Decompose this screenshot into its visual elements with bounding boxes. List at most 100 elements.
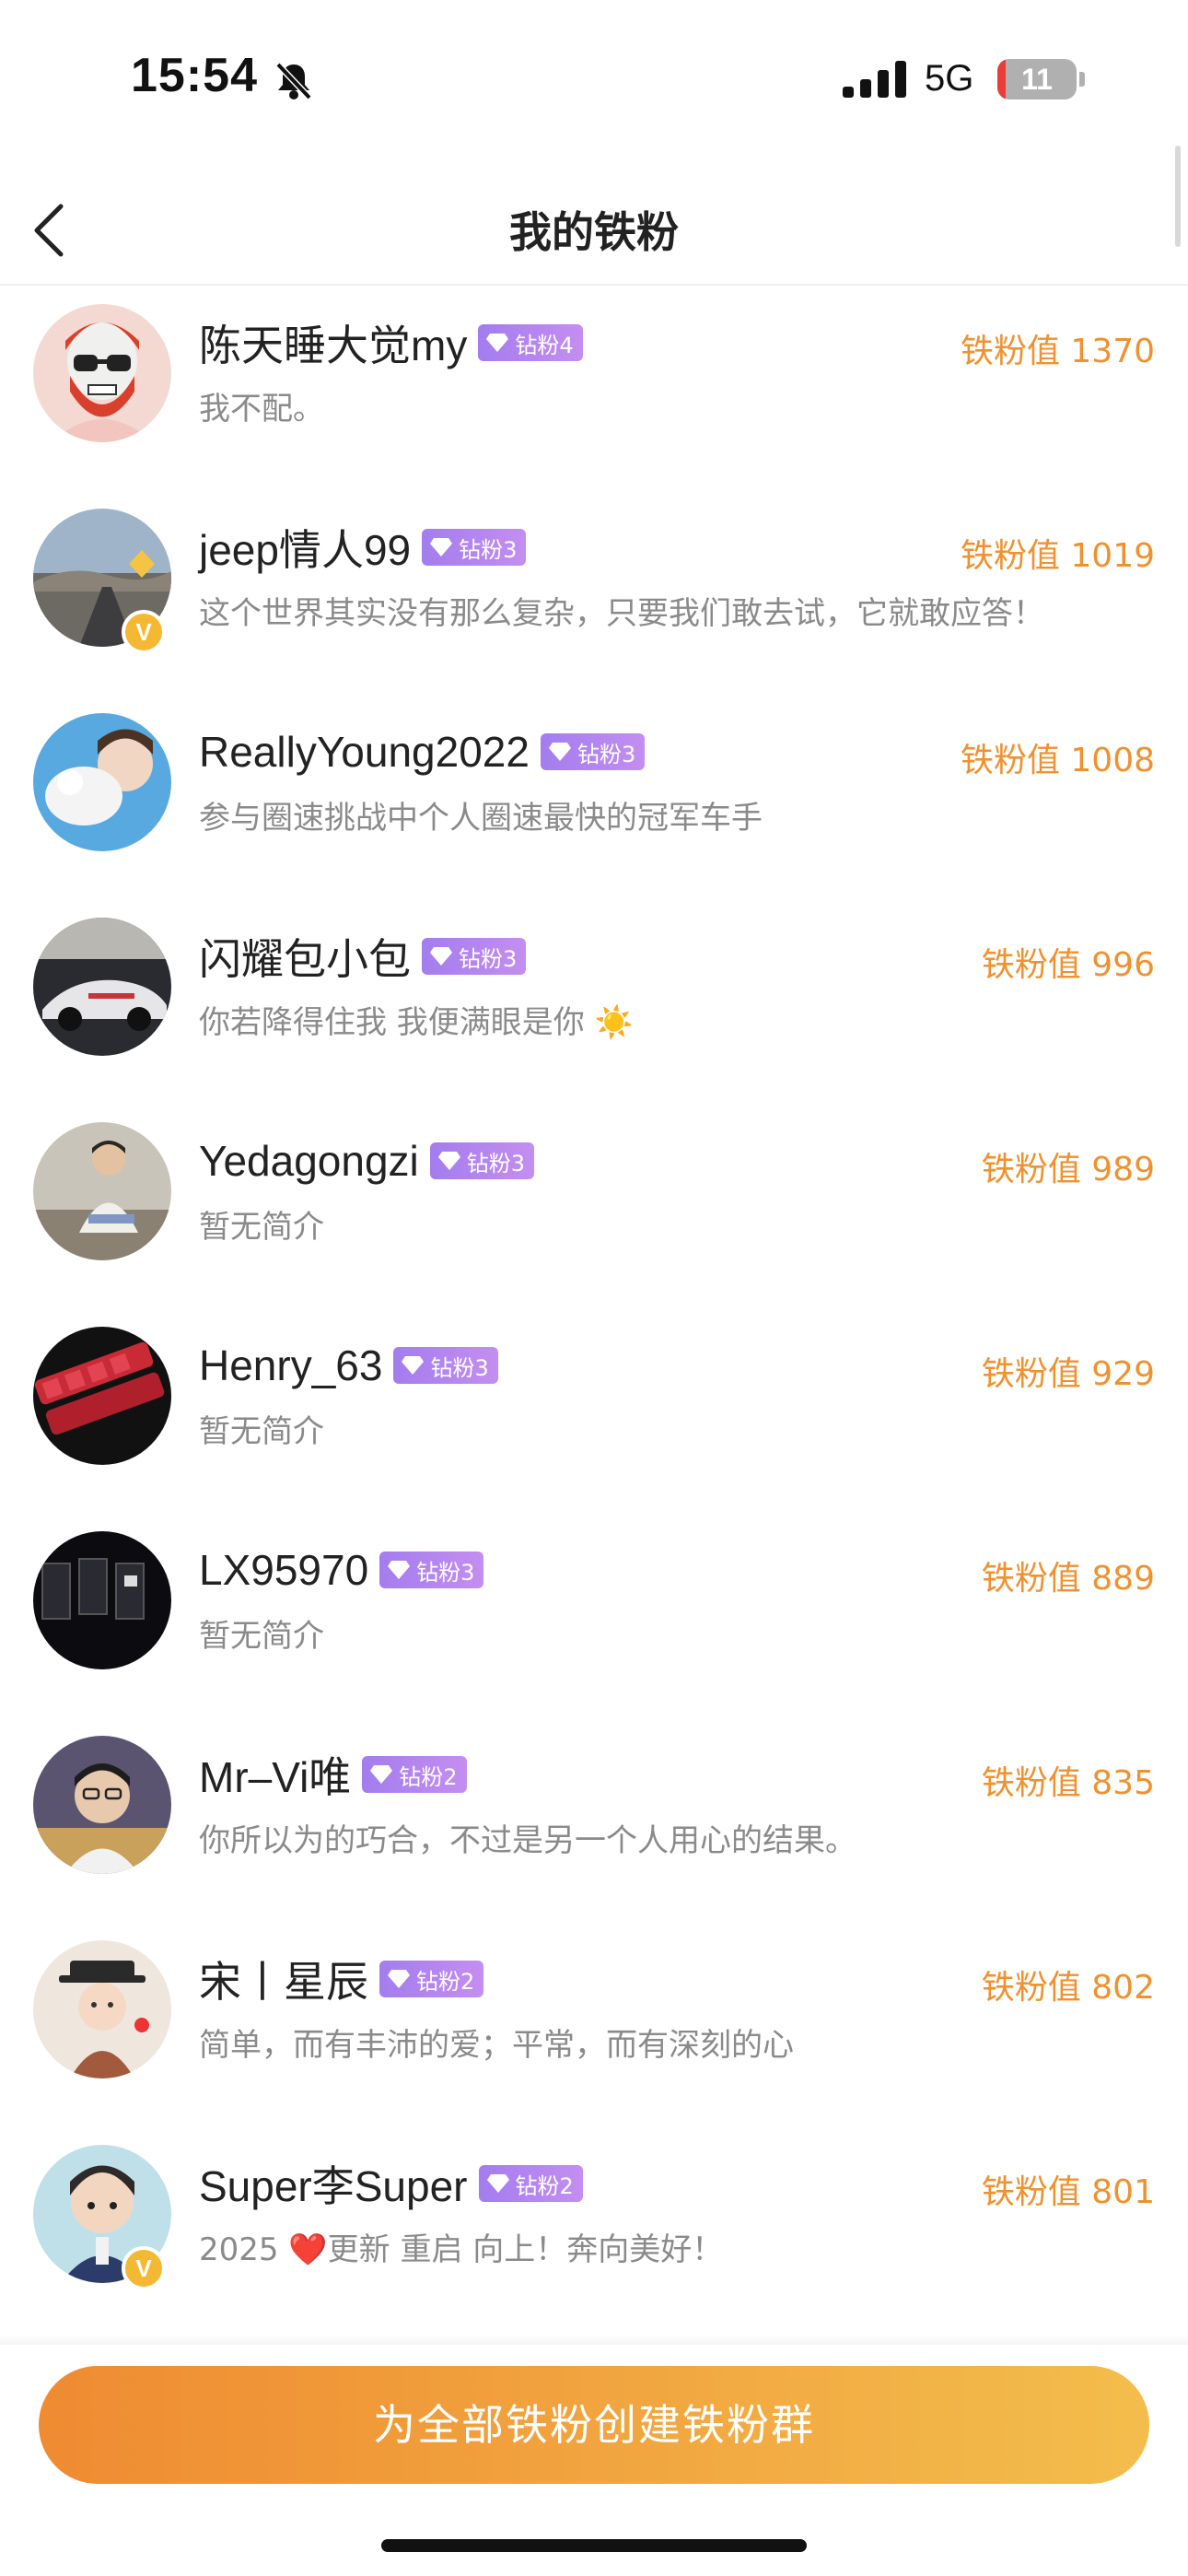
fan-score: 铁粉值 1019 [960,537,1155,575]
fan-level-label: 钻粉3 [459,945,518,972]
avatar[interactable] [33,1327,171,1465]
header-divider [0,284,1188,286]
fan-score: 铁粉值 989 [981,1151,1155,1188]
diamond-icon [402,1356,425,1375]
fan-bio: 暂无简介 [199,1618,324,1655]
diamond-icon [430,538,453,556]
avatar[interactable] [33,1122,171,1260]
fan-bio: 我不配。 [199,391,324,427]
scrollbar[interactable] [1175,146,1181,247]
diamond-icon [370,1765,393,1784]
fan-name[interactable]: jeep情人99 [199,517,411,578]
fan-row[interactable]: ReallyYoung2022 钻粉3 铁粉值 1008 参与圈速挑战中个人圈速… [0,704,1188,908]
fan-score: 铁粉值 835 [981,1764,1155,1802]
fan-level-label: 钻粉3 [577,741,636,767]
fan-row[interactable]: 宋丨星辰 钻粉2 铁粉值 802 简单，而有丰沛的爱；平常，而有深刻的心 [0,1931,1188,2136]
fan-score: 铁粉值 801 [981,2173,1155,2211]
bottom-bar-shadow [0,2336,1188,2345]
fan-name[interactable]: LX95970 [199,1545,368,1595]
battery-icon: 11 [997,59,1077,100]
fan-level-label: 钻粉3 [459,536,518,563]
avatar[interactable] [33,1940,171,2078]
avatar[interactable] [33,713,171,851]
page-title: 我的铁粉 [509,207,679,257]
fan-list: 陈天睡大觉my 钻粉4 铁粉值 1370 我不配。 V jeep情人99 钻粉3 [0,295,1188,2340]
fan-row[interactable]: V Super李Super 钻粉2 铁粉值 801 2025 ❤️更新 重启 向… [0,2136,1188,2340]
battery-cap [1079,72,1085,87]
name-line: ReallyYoung2022 钻粉3 [199,724,646,779]
name-line: Mr–Vi唯 钻粉2 [199,1747,467,1802]
fan-row[interactable]: Mr–Vi唯 钻粉2 铁粉值 835 你所以为的巧合，不过是另一个人用心的结果。 [0,1727,1188,1931]
fan-row[interactable]: Yedagongzi 钻粉3 铁粉值 989 暂无简介 [0,1113,1188,1317]
cellular-signal-icon [843,61,907,101]
fan-level-label: 钻粉4 [515,332,574,358]
fan-level-badge: 钻粉3 [393,1347,498,1384]
fan-level-label: 钻粉2 [399,1763,458,1790]
create-fan-group-button[interactable]: 为全部铁粉创建铁粉群 [39,2366,1149,2484]
fan-name[interactable]: ReallyYoung2022 [199,727,530,777]
fan-level-badge: 钻粉3 [429,1142,535,1179]
home-indicator[interactable] [381,2539,807,2552]
diamond-icon [430,947,452,966]
fan-row[interactable]: 陈天睡大觉my 钻粉4 铁粉值 1370 我不配。 [0,295,1188,499]
fan-score: 铁粉值 929 [981,1355,1155,1393]
fan-level-badge: 钻粉4 [478,324,583,361]
fan-name[interactable]: Super李Super [199,2153,468,2214]
diamond-icon [548,743,571,761]
fan-level-label: 钻粉2 [416,1968,475,1995]
fan-bio: 2025 ❤️更新 重启 向上！奔向美好！ [199,2231,724,2268]
fan-row[interactable]: V jeep情人99 钻粉3 铁粉值 1019 这个世界其实没有那么复杂，只要我… [0,499,1188,704]
fan-level-label: 钻粉3 [416,1559,475,1586]
fan-name[interactable]: 闪耀包小包 [199,926,411,987]
fan-level-badge: 钻粉2 [379,1961,484,1997]
fan-row[interactable]: 闪耀包小包 钻粉3 铁粉值 996 你若降得住我 我便满眼是你 ☀️ [0,908,1188,1113]
fan-bio: 这个世界其实没有那么复杂，只要我们敢去试，它就敢应答！ [199,595,1044,632]
avatar[interactable] [33,1531,171,1669]
fan-bio: 简单，而有丰沛的爱；平常，而有深刻的心 [199,2027,794,2064]
fan-level-label: 钻粉2 [515,2172,574,2199]
status-time: 15:54 [131,49,258,102]
fan-level-badge: 钻粉3 [422,529,527,566]
fan-bio: 你所以为的巧合，不过是另一个人用心的结果。 [199,1822,856,1859]
fan-level-badge: 钻粉2 [478,2165,583,2202]
avatar[interactable] [33,304,171,442]
diamond-icon [388,1970,410,1988]
name-line: 陈天睡大觉my 钻粉4 [199,315,583,370]
fan-bio: 暂无简介 [199,1413,324,1450]
fan-score: 铁粉值 1370 [960,333,1155,370]
fan-score: 铁粉值 996 [981,946,1155,984]
fan-bio: 你若降得住我 我便满眼是你 ☀️ [199,1004,634,1041]
fan-name[interactable]: 陈天睡大觉my [199,312,467,373]
fan-bio: 暂无简介 [199,1209,324,1246]
fan-level-badge: 钻粉3 [422,938,527,975]
bell-slash-icon [273,61,315,105]
verified-badge-icon: V [122,2246,166,2290]
name-line: 闪耀包小包 钻粉3 [199,926,527,987]
fan-name[interactable]: Henry_63 [199,1341,382,1390]
fan-name[interactable]: Yedagongzi [199,1136,419,1186]
fan-row[interactable]: Henry_63 钻粉3 铁粉值 929 暂无简介 [0,1317,1188,1522]
verified-badge-icon: V [122,610,166,654]
avatar[interactable] [33,1736,171,1874]
fan-row[interactable]: LX95970 钻粉3 铁粉值 889 暂无简介 [0,1522,1188,1727]
fan-score: 铁粉值 1008 [960,742,1155,779]
avatar[interactable] [33,918,171,1056]
fan-bio: 参与圈速挑战中个人圈速最快的冠军车手 [199,800,763,837]
fan-level-badge: 钻粉3 [379,1551,484,1588]
name-line: jeep情人99 钻粉3 [199,517,527,578]
diamond-icon [388,1561,411,1579]
fan-level-label: 钻粉3 [466,1150,526,1177]
name-line: 宋丨星辰 钻粉2 [199,1949,484,2009]
diamond-icon [486,334,509,352]
nav-bar: 我的铁粉 [0,175,1188,286]
name-line: Super李Super 钻粉2 [199,2156,583,2211]
fan-level-badge: 钻粉2 [362,1756,467,1793]
fan-score: 铁粉值 889 [981,1560,1155,1598]
name-line: LX95970 钻粉3 [199,1542,484,1598]
fan-name[interactable]: Mr–Vi唯 [199,1744,351,1805]
fan-name[interactable]: 宋丨星辰 [199,1949,368,2009]
name-line: Henry_63 钻粉3 [199,1338,498,1393]
status-bar: 15:54 5G 11 [0,0,1188,157]
diamond-icon [437,1152,460,1170]
diamond-icon [486,2174,509,2193]
